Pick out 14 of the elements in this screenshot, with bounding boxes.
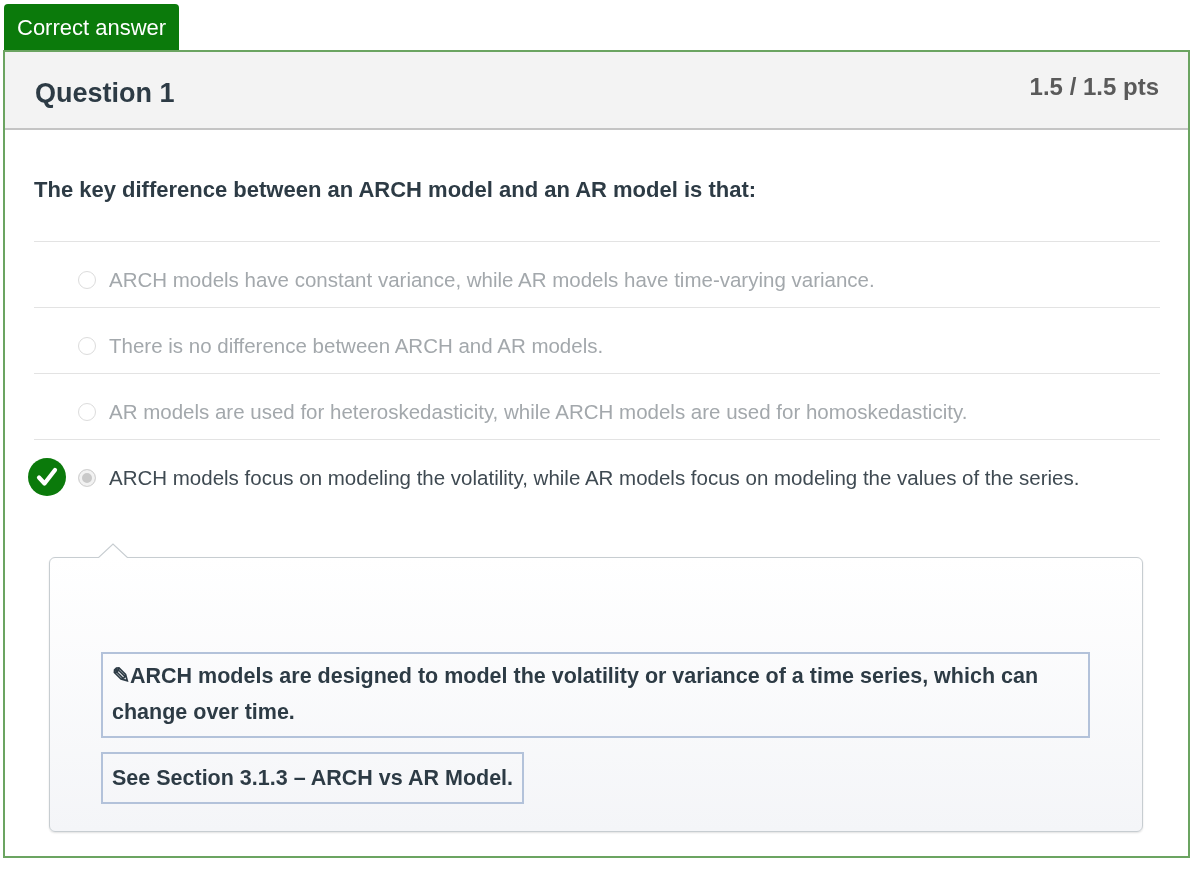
comment-text: ✎ARCH models are designed to model the volatility or variance of a time series, which can change over time. xyxy=(101,652,1090,738)
question-text: The key difference between an ARCH model and an AR model is that: xyxy=(34,176,758,204)
comment-text: See Section 3.1.3 – ARCH vs AR Model. xyxy=(101,752,525,804)
answer-text: There is no difference between ARCH and AR models. xyxy=(109,334,604,358)
radio-button[interactable] xyxy=(78,469,96,487)
radio-button[interactable] xyxy=(78,271,96,289)
radio-button[interactable] xyxy=(78,337,96,355)
score-text: 1.5 / 1.5 pts xyxy=(1029,73,1159,101)
question-title: Question 1 xyxy=(35,77,175,109)
radio-button[interactable] xyxy=(78,403,96,421)
answer-text: ARCH models focus on modeling the volatility, while AR models focus on modeling the values of the series. xyxy=(109,466,1080,490)
answer-text: ARCH models have constant variance, while AR models have time-varying variance. xyxy=(109,268,875,292)
result-label: Correct answer xyxy=(4,4,180,50)
answer-text: AR models are used for heteroskedasticity, while ARCH models are used for homoskedasticity. xyxy=(109,400,968,424)
